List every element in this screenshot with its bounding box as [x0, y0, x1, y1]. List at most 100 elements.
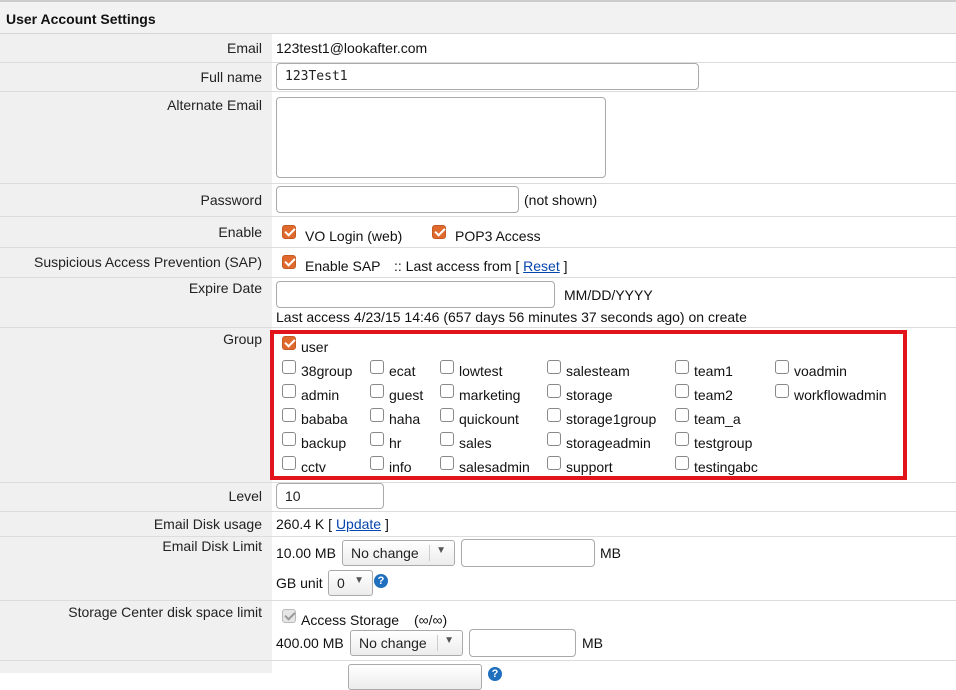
access-storage-checkbox[interactable] — [282, 609, 296, 623]
group-checkbox-voadmin[interactable] — [775, 360, 789, 374]
group-checkbox-team1[interactable] — [675, 360, 689, 374]
fullname-input[interactable] — [276, 63, 699, 90]
sap-last-access: :: Last access from [ Reset ] — [394, 258, 568, 274]
group-checkbox-salesteam[interactable] — [547, 360, 561, 374]
disk-limit-label: Email Disk Limit — [162, 538, 262, 554]
password-note: (not shown) — [524, 192, 598, 208]
row-divider — [0, 660, 956, 661]
gb-unit-select[interactable]: 0 ▼ — [328, 570, 373, 596]
group-checkbox-haha[interactable] — [370, 408, 384, 422]
help-icon[interactable]: ? — [374, 574, 388, 588]
group-checkbox-testgroup[interactable] — [675, 432, 689, 446]
alt-email-label: Alternate Email — [167, 97, 262, 113]
password-label: Password — [200, 192, 262, 208]
label-column — [0, 34, 272, 673]
help-icon[interactable]: ? — [488, 667, 502, 681]
email-value: 123test1@lookafter.com — [276, 40, 428, 56]
enable-sap-checkbox[interactable] — [282, 255, 296, 269]
group-checkbox-cctv[interactable] — [282, 456, 296, 470]
vo-login-label: VO Login (web) — [305, 228, 403, 244]
group-label-guest: guest — [389, 387, 424, 403]
group-label-salesadmin: salesadmin — [459, 459, 530, 475]
group-checkbox-support[interactable] — [547, 456, 561, 470]
group-checkbox-team_a[interactable] — [675, 408, 689, 422]
level-input[interactable] — [276, 483, 384, 509]
disk-limit-unit: MB — [600, 545, 621, 561]
group-label-storage1group: storage1group — [566, 411, 657, 427]
reset-link[interactable]: Reset — [523, 258, 560, 274]
group-checkbox-backup[interactable] — [282, 432, 296, 446]
group-label-admin: admin — [301, 387, 340, 403]
chevron-down-icon: ▼ — [444, 635, 454, 646]
disk-limit-select[interactable]: No change ▼ — [342, 540, 455, 566]
group-checkbox-marketing[interactable] — [440, 384, 454, 398]
group-label-voadmin: voadmin — [794, 363, 847, 379]
group-checkbox-workflowadmin[interactable] — [775, 384, 789, 398]
group-label-marketing: marketing — [459, 387, 521, 403]
group-checkbox-salesadmin[interactable] — [440, 456, 454, 470]
group-label-backup: backup — [301, 435, 347, 451]
disk-limit-value: 10.00 MB — [276, 545, 336, 561]
gb-unit-label: GB unit — [276, 575, 323, 591]
storage-infinity: (∞/∞) — [414, 612, 448, 628]
password-input[interactable] — [276, 186, 519, 213]
enable-sap-label: Enable SAP — [305, 258, 381, 274]
group-checkbox-storage1group[interactable] — [547, 408, 561, 422]
group-checkbox-testingabc[interactable] — [675, 456, 689, 470]
row-divider — [0, 482, 956, 483]
vo-login-checkbox[interactable] — [282, 225, 296, 239]
storage-unit: MB — [582, 635, 603, 651]
group-checkbox-bababa[interactable] — [282, 408, 296, 422]
pop3-checkbox[interactable] — [432, 225, 446, 239]
disk-limit-input[interactable] — [461, 539, 595, 567]
group-checkbox-quickount[interactable] — [440, 408, 454, 422]
group-checkbox-hr[interactable] — [370, 432, 384, 446]
group-label-team1: team1 — [694, 363, 733, 379]
group-label-team2: team2 — [694, 387, 733, 403]
expire-date-input[interactable] — [276, 281, 555, 308]
group-label-workflowadmin: workflowadmin — [794, 387, 887, 403]
group-checkbox-lowtest[interactable] — [440, 360, 454, 374]
access-storage-label: Access Storage — [301, 612, 400, 628]
group-label-salesteam: salesteam — [566, 363, 630, 379]
sap-label: Suspicious Access Prevention (SAP) — [34, 254, 262, 270]
group-checkbox-info[interactable] — [370, 456, 384, 470]
group-label-hr: hr — [389, 435, 402, 451]
group-checkbox-sales[interactable] — [440, 432, 454, 446]
group-label-info: info — [389, 459, 412, 475]
group-label-user: user — [301, 339, 329, 355]
group-checkbox-team2[interactable] — [675, 384, 689, 398]
storage-input[interactable] — [469, 629, 576, 657]
storage-label: Storage Center disk space limit — [68, 604, 262, 620]
group-label-sales: sales — [459, 435, 492, 451]
group-checkbox-guest[interactable] — [370, 384, 384, 398]
group-checkbox-38group[interactable] — [282, 360, 296, 374]
group-checkbox-admin[interactable] — [282, 384, 296, 398]
disk-usage-label: Email Disk usage — [153, 516, 262, 532]
chevron-down-icon: ▼ — [354, 575, 364, 586]
group-checkbox-ecat[interactable] — [370, 360, 384, 374]
group-label-testgroup: testgroup — [694, 435, 753, 451]
next-select[interactable] — [348, 664, 482, 690]
enable-label: Enable — [218, 224, 262, 240]
update-link[interactable]: Update — [336, 516, 381, 532]
storage-select[interactable]: No change ▼ — [350, 630, 463, 656]
row-divider — [0, 183, 956, 184]
settings-header: User Account Settings — [0, 0, 956, 34]
group-label-ecat: ecat — [389, 363, 416, 379]
group-checkbox-user[interactable] — [282, 336, 296, 350]
email-label: Email — [226, 40, 262, 56]
level-label: Level — [228, 488, 262, 504]
group-label-haha: haha — [389, 411, 421, 427]
date-format-hint: MM/DD/YYYY — [564, 287, 653, 303]
group-label-storage: storage — [566, 387, 613, 403]
fullname-label: Full name — [200, 69, 262, 85]
group-checkbox-storage[interactable] — [547, 384, 561, 398]
group-checkbox-storageadmin[interactable] — [547, 432, 561, 446]
alt-email-textarea[interactable] — [276, 97, 606, 178]
row-divider — [0, 91, 956, 92]
row-divider — [0, 600, 956, 601]
disk-usage-value: 260.4 K [ Update ] — [276, 516, 389, 532]
row-divider — [0, 277, 956, 278]
group-highlight-box — [270, 330, 907, 480]
